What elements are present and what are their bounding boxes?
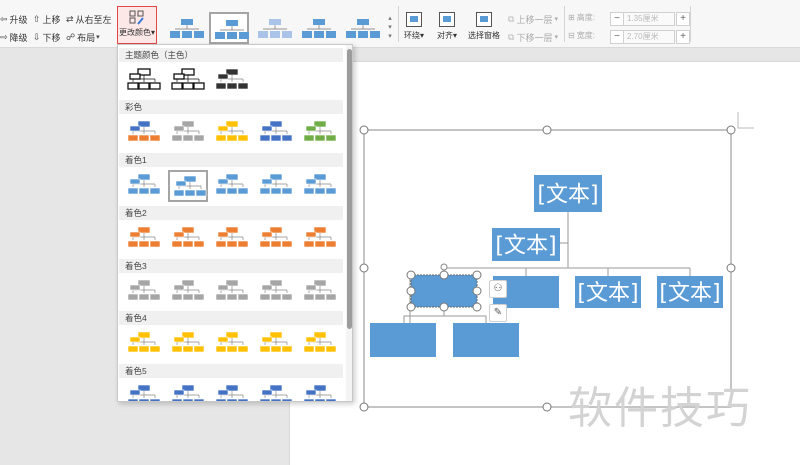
panel-scrollbar[interactable] — [346, 45, 352, 401]
color-section-header: 着色2 — [119, 206, 343, 220]
rotate-handle[interactable] — [440, 263, 448, 271]
color-option[interactable] — [300, 276, 340, 308]
color-option[interactable] — [256, 328, 296, 360]
color-section-header: 主题颜色（主色） — [119, 48, 343, 62]
color-option[interactable] — [168, 223, 208, 255]
color-option[interactable] — [256, 381, 296, 401]
color-option[interactable] — [124, 328, 164, 360]
color-option[interactable] — [168, 328, 208, 360]
color-option[interactable] — [256, 276, 296, 308]
color-option[interactable] — [168, 65, 208, 97]
color-option[interactable] — [256, 117, 296, 149]
edit-style-button[interactable]: ✎ — [489, 304, 507, 322]
node-text: [文本] — [577, 281, 638, 306]
color-option[interactable] — [124, 381, 164, 401]
smartart-node[interactable]: [文本] — [492, 228, 560, 261]
color-option[interactable] — [256, 170, 296, 202]
color-option[interactable] — [124, 65, 164, 97]
change-color-dropdown: 主题颜色（主色） 彩色着色1 着色2 着色3 着色4 着色5 — [117, 44, 353, 402]
color-option[interactable] — [212, 381, 252, 401]
color-option[interactable] — [300, 170, 340, 202]
color-option[interactable] — [212, 223, 252, 255]
smartart-node[interactable]: [文本] — [534, 175, 602, 212]
color-option[interactable] — [212, 117, 252, 149]
node-text: [文本] — [495, 234, 556, 259]
layout-options-button[interactable]: ⚇ — [489, 280, 507, 298]
color-option[interactable] — [124, 117, 164, 149]
color-option[interactable] — [256, 223, 296, 255]
margin-mark — [737, 112, 754, 129]
color-option[interactable] — [300, 117, 340, 149]
color-option[interactable] — [212, 65, 252, 97]
color-option[interactable] — [212, 328, 252, 360]
color-section-header: 着色1 — [119, 153, 343, 167]
color-option[interactable] — [300, 381, 340, 401]
color-section-header: 着色4 — [119, 311, 343, 325]
color-section-header: 着色3 — [119, 259, 343, 273]
color-section-header: 彩色 — [119, 100, 343, 114]
node-text: [文本] — [659, 281, 720, 306]
panel-scrollbar-thumb[interactable] — [347, 49, 352, 329]
smartart-node[interactable] — [370, 323, 436, 357]
smartart-node[interactable]: [文本] — [657, 276, 723, 308]
node-text: [文本] — [537, 183, 598, 208]
color-option[interactable] — [300, 223, 340, 255]
color-option[interactable] — [300, 328, 340, 360]
smartart-node[interactable] — [453, 323, 519, 357]
color-option[interactable] — [168, 276, 208, 308]
smartart-node[interactable] — [411, 275, 477, 307]
color-option[interactable] — [124, 170, 164, 202]
color-option[interactable] — [168, 381, 208, 401]
color-option[interactable] — [212, 276, 252, 308]
color-option-selected[interactable] — [168, 170, 208, 202]
smartart-node[interactable]: [文本] — [575, 276, 641, 308]
color-option[interactable] — [124, 276, 164, 308]
color-option[interactable] — [168, 117, 208, 149]
color-option[interactable] — [212, 170, 252, 202]
layout-options-icon: ⚇ — [493, 283, 503, 294]
color-option[interactable] — [124, 223, 164, 255]
pencil-icon: ✎ — [493, 307, 503, 318]
watermark-text: 软件技巧 — [568, 383, 752, 434]
color-section-header: 着色5 — [119, 364, 343, 378]
